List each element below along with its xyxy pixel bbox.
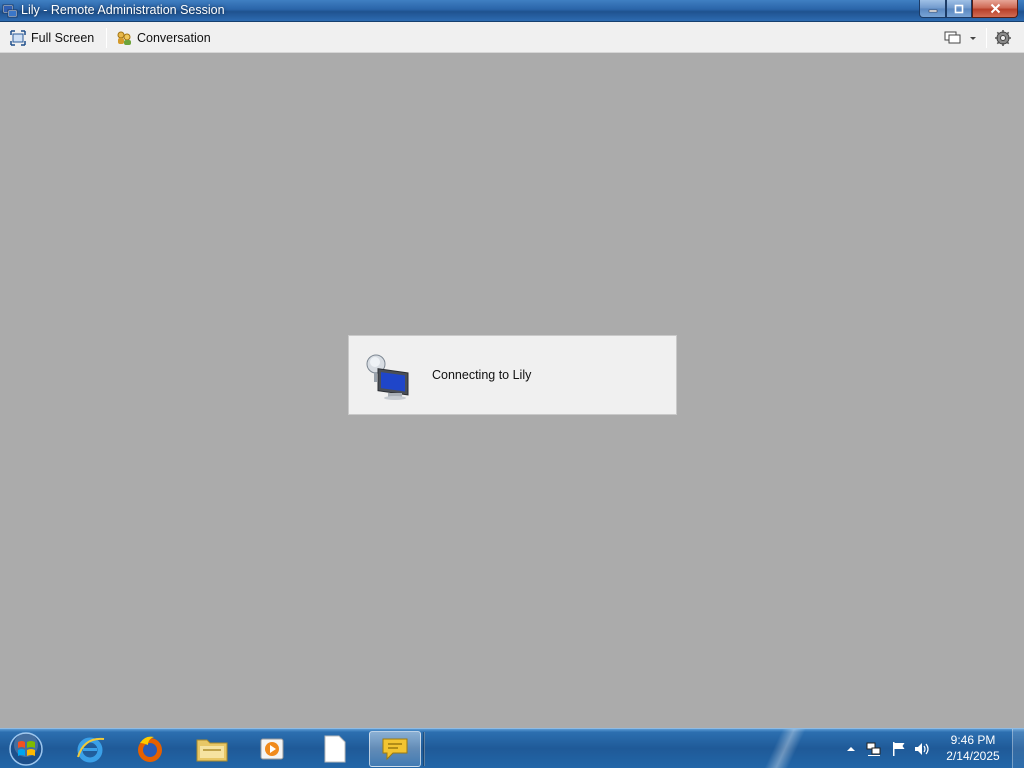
conversation-label: Conversation bbox=[137, 31, 211, 45]
conversation-button[interactable]: Conversation bbox=[116, 28, 211, 48]
network-icon[interactable] bbox=[866, 741, 882, 757]
start-button-icon[interactable] bbox=[7, 731, 45, 767]
window-title-bar[interactable]: Lily - Remote Administration Session bbox=[0, 0, 1024, 22]
chat-bubble-icon bbox=[382, 738, 408, 761]
taskbar-file-explorer[interactable] bbox=[183, 731, 241, 767]
close-icon bbox=[990, 3, 1000, 14]
firefox-icon bbox=[138, 736, 162, 762]
connecting-message: Connecting to Lily bbox=[432, 368, 532, 382]
volume-icon[interactable] bbox=[914, 741, 930, 757]
taskbar-document[interactable] bbox=[306, 731, 364, 767]
settings-gear-icon bbox=[995, 30, 1011, 46]
session-toolbar: Full Screen Conversation bbox=[0, 22, 1024, 53]
taskbar-divider bbox=[423, 732, 425, 766]
settings-button[interactable] bbox=[994, 28, 1012, 48]
media-player-icon bbox=[260, 738, 284, 760]
blank-document-icon bbox=[324, 735, 346, 763]
taskbar-internet-explorer[interactable] bbox=[61, 731, 119, 767]
taskbar-shine bbox=[740, 729, 830, 768]
conversation-icon bbox=[117, 31, 131, 45]
file-explorer-icon bbox=[196, 739, 228, 762]
show-hidden-icons-arrow[interactable] bbox=[843, 741, 859, 757]
internet-explorer-icon bbox=[77, 737, 105, 763]
minimize-button[interactable] bbox=[919, 0, 946, 18]
monitor-select-button[interactable] bbox=[944, 28, 979, 48]
system-clock[interactable]: 9:46 PM 2/14/2025 bbox=[938, 732, 1008, 764]
taskbar-firefox[interactable] bbox=[121, 731, 179, 767]
restore-button[interactable] bbox=[946, 0, 972, 18]
taskbar-chat-active[interactable] bbox=[369, 731, 421, 767]
toolbar-separator bbox=[106, 28, 107, 48]
windows-taskbar: 9:46 PM 2/14/2025 bbox=[0, 728, 1024, 768]
clock-date: 2/14/2025 bbox=[946, 749, 1000, 763]
remote-connection-icon bbox=[366, 354, 409, 400]
connecting-dialog: Connecting to Lily bbox=[348, 335, 677, 415]
clock-time: 9:46 PM bbox=[950, 733, 996, 747]
full-screen-button[interactable]: Full Screen bbox=[10, 28, 94, 48]
restore-icon bbox=[954, 4, 964, 13]
remote-session-app-icon bbox=[2, 4, 18, 18]
minimize-icon bbox=[928, 9, 937, 12]
full-screen-icon bbox=[10, 30, 26, 46]
remote-desktop-area[interactable]: Connecting to Lily bbox=[0, 53, 1024, 728]
toolbar-separator bbox=[986, 28, 987, 48]
dropdown-arrow-icon bbox=[970, 37, 976, 40]
monitor-select-icon bbox=[944, 31, 961, 44]
window-title: Lily - Remote Administration Session bbox=[21, 3, 225, 17]
full-screen-label: Full Screen bbox=[31, 31, 95, 45]
taskbar-media-player[interactable] bbox=[243, 731, 301, 767]
show-desktop-button[interactable] bbox=[1012, 729, 1024, 768]
close-button[interactable] bbox=[972, 0, 1018, 18]
action-center-flag-icon[interactable] bbox=[891, 741, 907, 757]
